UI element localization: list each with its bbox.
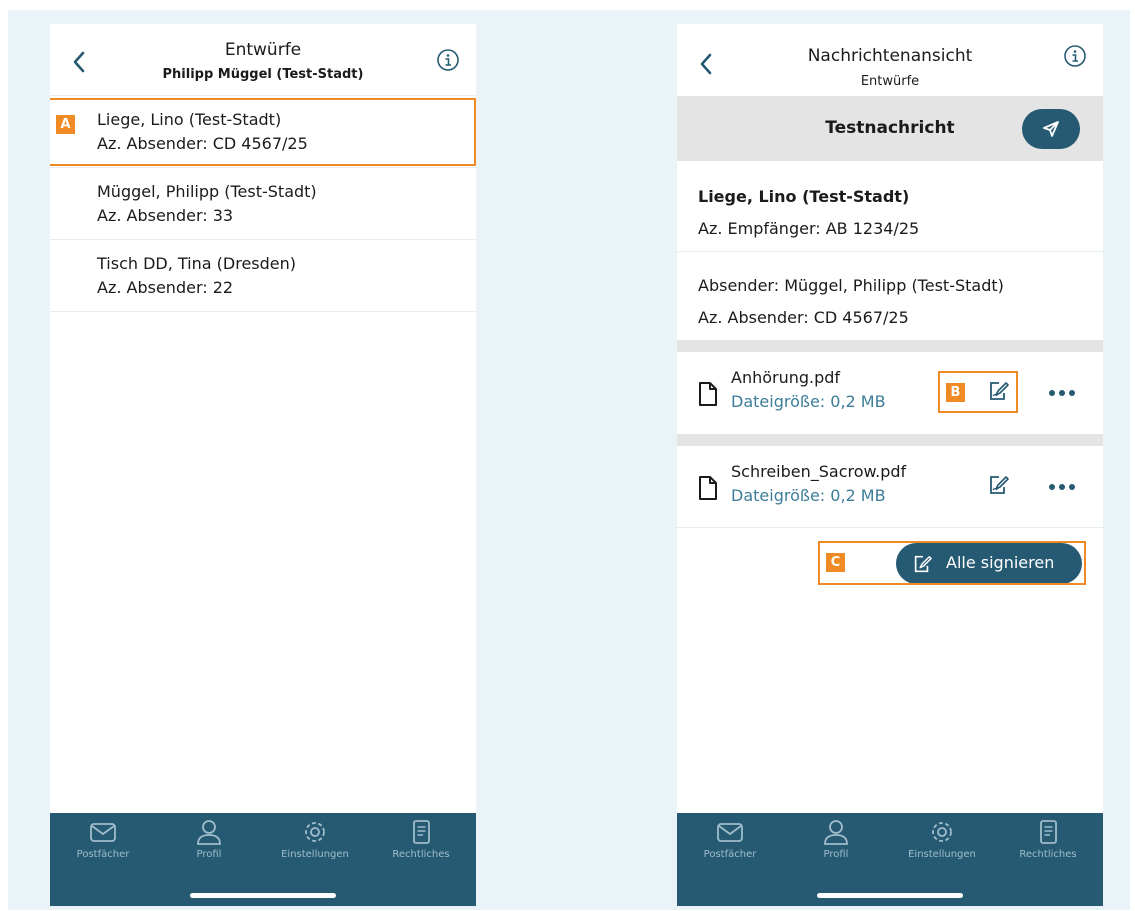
tab-profil[interactable]: Profil	[783, 819, 889, 860]
dot-icon	[1049, 484, 1055, 490]
tab-label: Einstellungen	[281, 849, 349, 860]
tab-einstellungen[interactable]: Einstellungen	[262, 819, 368, 860]
tab-profil[interactable]: Profil	[156, 819, 262, 860]
draft-reference: Az. Absender: 33	[97, 206, 234, 225]
document-icon	[1040, 820, 1057, 844]
message-header: Nachrichtenansicht Entwürfe	[677, 24, 1103, 96]
marker-b-label: B	[946, 383, 965, 402]
tab-postfaecher[interactable]: Postfächer	[677, 819, 783, 860]
drafts-header: Entwürfe Philipp Müggel (Test-Stadt)	[50, 24, 476, 96]
tab-label: Rechtliches	[1019, 849, 1077, 860]
dot-icon	[1069, 390, 1075, 396]
home-indicator	[190, 893, 336, 898]
highlight-box-c	[818, 541, 1086, 585]
tab-rechtliches[interactable]: Rechtliches	[368, 819, 474, 860]
section-divider	[677, 340, 1103, 352]
envelope-icon	[717, 823, 743, 842]
attachment-name: Schreiben_Sacrow.pdf	[731, 462, 907, 481]
sender-reference: Az. Absender: CD 4567/25	[698, 308, 909, 327]
sender-section: Absender: Müggel, Philipp (Test-Stadt) A…	[677, 252, 1103, 340]
recipient-section: Liege, Lino (Test-Stadt) Az. Empfänger: …	[677, 161, 1103, 252]
dot-icon	[1049, 390, 1055, 396]
home-indicator	[817, 893, 963, 898]
subject-bar: Testnachricht	[677, 96, 1103, 161]
draft-recipient: Tisch DD, Tina (Dresden)	[97, 254, 297, 273]
attachment-row[interactable]: Schreiben_Sacrow.pdf Dateigröße: 0,2 MB	[677, 446, 1103, 528]
highlight-box-a	[50, 98, 476, 166]
file-icon	[699, 382, 717, 406]
tab-einstellungen[interactable]: Einstellungen	[889, 819, 995, 860]
info-icon	[1064, 45, 1086, 67]
tab-label: Profil	[823, 849, 849, 860]
paper-plane-icon	[1043, 121, 1059, 137]
info-button[interactable]	[436, 48, 460, 72]
tab-label: Profil	[196, 849, 222, 860]
attachment-row[interactable]: Anhörung.pdf Dateigröße: 0,2 MB	[677, 352, 1103, 434]
send-button[interactable]	[1022, 109, 1080, 149]
info-button[interactable]	[1063, 44, 1087, 68]
tab-rechtliches[interactable]: Rechtliches	[995, 819, 1101, 860]
list-item[interactable]: Müggel, Philipp (Test-Stadt) Az. Absende…	[50, 168, 476, 240]
message-view-screen: Nachrichtenansicht Entwürfe Testnachrich…	[677, 24, 1103, 906]
file-icon	[699, 476, 717, 500]
recipient-reference: Az. Empfänger: AB 1234/25	[698, 219, 920, 238]
gear-icon	[932, 822, 952, 842]
more-options-button[interactable]	[1047, 388, 1077, 398]
dot-icon	[1069, 484, 1075, 490]
page-title: Entwürfe	[224, 40, 302, 60]
tab-label: Postfächer	[703, 849, 757, 860]
section-divider	[677, 434, 1103, 446]
page-subtitle: Entwürfe	[860, 74, 920, 89]
document-icon	[413, 820, 430, 844]
marker-a-label: A	[56, 115, 75, 134]
recipient-name: Liege, Lino (Test-Stadt)	[698, 187, 910, 206]
person-icon	[197, 820, 221, 845]
tab-bar: Postfächer Profil Einstellungen Rechtlic…	[50, 813, 476, 906]
drafts-screen: Entwürfe Philipp Müggel (Test-Stadt) Lie…	[50, 24, 476, 906]
list-item[interactable]: Tisch DD, Tina (Dresden) Az. Absender: 2…	[50, 240, 476, 312]
dot-icon	[1059, 484, 1065, 490]
marker-c-label: C	[826, 553, 845, 572]
attachment-name: Anhörung.pdf	[731, 368, 841, 387]
tab-label: Postfächer	[76, 849, 130, 860]
attachment-size: Dateigröße: 0,2 MB	[731, 486, 886, 505]
more-options-button[interactable]	[1047, 482, 1077, 492]
attachment-size: Dateigröße: 0,2 MB	[731, 392, 886, 411]
person-icon	[824, 820, 848, 845]
page-title: Nachrichtenansicht	[807, 46, 973, 66]
tab-label: Einstellungen	[908, 849, 976, 860]
tab-bar: Postfächer Profil Einstellungen Rechtlic…	[677, 813, 1103, 906]
tab-postfaecher[interactable]: Postfächer	[50, 819, 156, 860]
draft-recipient: Müggel, Philipp (Test-Stadt)	[97, 182, 317, 201]
tab-label: Rechtliches	[392, 849, 450, 860]
page-subtitle: Philipp Müggel (Test-Stadt)	[162, 67, 364, 82]
sign-icon[interactable]	[987, 474, 1009, 496]
dot-icon	[1059, 390, 1065, 396]
gear-icon	[305, 822, 325, 842]
envelope-icon	[90, 823, 116, 842]
sender-name: Absender: Müggel, Philipp (Test-Stadt)	[698, 276, 1004, 295]
info-icon	[437, 49, 459, 71]
draft-reference: Az. Absender: 22	[97, 278, 234, 297]
